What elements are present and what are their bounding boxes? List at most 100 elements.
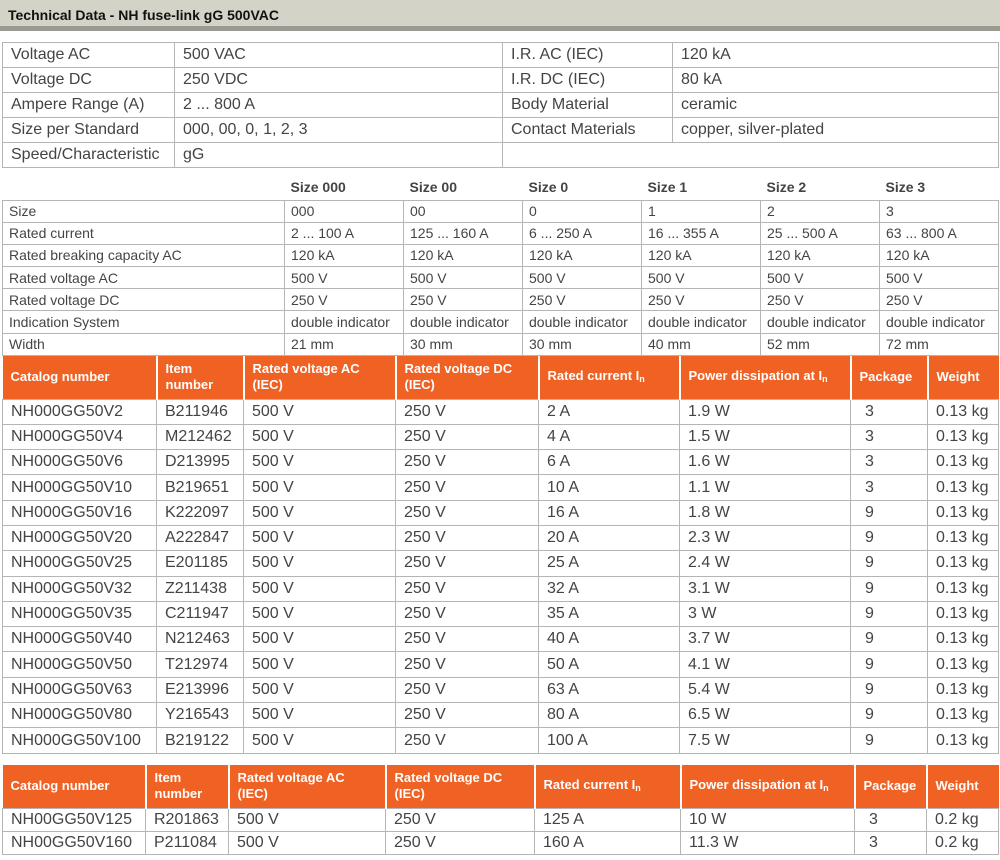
package-cell: 3 xyxy=(850,474,928,501)
size-cell: 250 V xyxy=(760,288,880,312)
rated-voltage-dc-cell: 250 V xyxy=(385,807,535,832)
size-column-header: Size 00 xyxy=(409,178,457,195)
size-cell: 2 ... 100 A xyxy=(284,221,404,245)
rated-voltage-dc-cell: 250 V xyxy=(395,676,539,704)
rated-voltage-ac-cell: 500 V xyxy=(243,702,396,729)
size-cell: double indicator xyxy=(403,310,523,334)
header-rated-current: Rated current In xyxy=(534,765,682,808)
package-cell: 3 xyxy=(850,423,928,451)
size-cell: 120 kA xyxy=(522,243,642,268)
weight-cell: 0.13 kg xyxy=(927,727,999,754)
header-rated-current: Rated current In xyxy=(538,356,681,399)
size-cell: 500 V xyxy=(879,266,999,290)
overview-row: Size per Standard 000, 00, 0, 1, 2, 3 Cont… xyxy=(2,117,999,143)
size-row: Size 000 00 0 1 2 3 xyxy=(2,199,999,223)
overview-value: 250 VDC xyxy=(174,67,503,93)
catalog-number-cell: NH000GG50V50 xyxy=(2,651,157,678)
rated-voltage-dc-cell: 250 V xyxy=(395,398,539,425)
product-table-size-00: Catalog number Item number Rated voltage A… xyxy=(2,765,999,855)
rated-voltage-dc-cell: 250 V xyxy=(395,423,539,451)
power-dissipation-cell: 3.7 W xyxy=(679,626,851,653)
size-cell: 120 kA xyxy=(284,243,404,268)
size-cell: 25 ... 500 A xyxy=(760,221,880,245)
power-dissipation-cell: 1.6 W xyxy=(679,449,851,476)
rated-current-cell: 16 A xyxy=(538,499,680,526)
rated-current-cell: 50 A xyxy=(538,651,680,678)
weight-cell: 0.2 kg xyxy=(926,807,999,832)
rated-voltage-ac-cell: 500 V xyxy=(243,524,396,552)
rated-current-cell: 32 A xyxy=(538,575,680,602)
weight-cell: 0.13 kg xyxy=(927,702,999,729)
size-cell: 250 V xyxy=(522,288,642,312)
rated-voltage-dc-cell: 250 V xyxy=(395,651,539,678)
overview-table: Voltage AC 500 VAC I.R. AC (IEC) 120 kA Volt… xyxy=(2,42,999,168)
size-row: Rated voltage DC 250 V 250 V 250 V 250 V 250 … xyxy=(2,288,999,312)
header-package: Package xyxy=(854,765,928,808)
rated-voltage-ac-cell: 500 V xyxy=(243,398,396,425)
overview-value: 120 kA xyxy=(672,42,999,68)
rated-current-cell: 160 A xyxy=(534,830,681,855)
catalog-number-cell: NH000GG50V4 xyxy=(2,423,157,451)
size-cell: 30 mm xyxy=(522,332,642,356)
overview-value: 500 VAC xyxy=(174,42,503,68)
size-row: Rated breaking capacity AC 120 kA 120 kA 12… xyxy=(2,243,999,268)
power-dissipation-cell: 2.4 W xyxy=(679,550,851,577)
size-cell: double indicator xyxy=(641,310,761,334)
power-dissipation-cell: 2.3 W xyxy=(679,524,851,552)
product-row: NH000GG50V80 Y216543 500 V 250 V 80 A 6.5 W90… xyxy=(2,702,999,729)
package-cell: 9 xyxy=(850,524,928,552)
overview-empty-cell xyxy=(502,142,999,168)
overview-label: Speed/Characteristic xyxy=(2,142,175,168)
weight-cell: 0.13 kg xyxy=(927,550,999,577)
package-cell: 9 xyxy=(850,727,928,754)
package-cell: 9 xyxy=(850,676,928,704)
product-row: NH000GG50V2 B211946 500 V 250 V2 A 1.9 W 3 0.1… xyxy=(2,398,999,425)
overview-value: 80 kA xyxy=(672,67,999,93)
catalog-number-cell: NH000GG50V32 xyxy=(2,575,157,602)
catalog-number-cell: NH000GG50V10 xyxy=(2,474,157,501)
weight-cell: 0.13 kg xyxy=(927,499,999,526)
size-cell: 500 V xyxy=(284,266,404,290)
size-cell: 52 mm xyxy=(760,332,880,356)
rated-voltage-ac-cell: 500 V xyxy=(243,651,396,678)
package-cell: 3 xyxy=(850,449,928,476)
catalog-number-cell: NH000GG50V80 xyxy=(2,702,157,729)
product-row: NH000GG50V6 D213995 500 V 250 V6 A 1.6 W 3 0.1… xyxy=(2,449,999,476)
header-item-number: Item number xyxy=(156,356,245,399)
product-row: NH000GG50V100 B219122 500 V 250 V 100 A 7.5 W… xyxy=(2,727,999,754)
size-cell: 250 V xyxy=(641,288,761,312)
size-cell: 000 xyxy=(284,199,404,223)
rated-current-cell: 100 A xyxy=(538,727,680,754)
rated-voltage-ac-cell: 500 V xyxy=(243,676,396,704)
header-package: Package xyxy=(850,356,929,399)
package-cell: 9 xyxy=(850,600,928,628)
size-cell: 500 V xyxy=(641,266,761,290)
rated-current-cell: 20 A xyxy=(538,524,680,552)
catalog-number-cell: NH000GG50V25 xyxy=(2,550,157,577)
size-cell: 00 xyxy=(403,199,523,223)
power-dissipation-cell: 3 W xyxy=(679,600,851,628)
overview-row: Voltage DC 250 VDC I.R. DC (IEC) 80 kA xyxy=(2,67,999,93)
product-row: NH000GG50V32 Z211438 500 V 250 V 32 A 3.1 W90… xyxy=(2,575,999,602)
rated-voltage-dc-cell: 250 V xyxy=(395,626,539,653)
power-dissipation-cell: 5.4 W xyxy=(679,676,851,704)
rated-current-cell: 80 A xyxy=(538,702,680,729)
weight-cell: 0.13 kg xyxy=(927,626,999,653)
size-cell: 250 V xyxy=(284,288,404,312)
package-cell: 9 xyxy=(850,651,928,678)
rated-voltage-ac-cell: 500 V xyxy=(243,499,396,526)
product-row: NH000GG50V16 K222097 500 V 250 V 16 A 1.8 W90… xyxy=(2,499,999,526)
package-cell: 9 xyxy=(850,626,928,653)
header-catalog-number: Catalog number xyxy=(2,765,147,808)
overview-label: Voltage AC xyxy=(2,42,175,68)
size-cell: 120 kA xyxy=(879,243,999,268)
overview-label: Contact Materials xyxy=(502,117,673,143)
overview-label: I.R. AC (IEC) xyxy=(502,42,673,68)
overview-row: Voltage AC 500 VAC I.R. AC (IEC) 120 kA xyxy=(2,42,999,68)
header-rated-current-subscript: n xyxy=(639,373,645,384)
header-rated-voltage-ac: Rated voltage AC (IEC) xyxy=(228,765,387,808)
rated-voltage-ac-cell: 500 V xyxy=(243,423,396,451)
size-cell: 40 mm xyxy=(641,332,761,356)
technical-data-page: Technical Data - NH fuse-link gG 500VAC … xyxy=(0,0,1000,860)
product-row: NH000GG50V10 B219651 500 V 250 V 10 A 1.1 W30… xyxy=(2,474,999,501)
